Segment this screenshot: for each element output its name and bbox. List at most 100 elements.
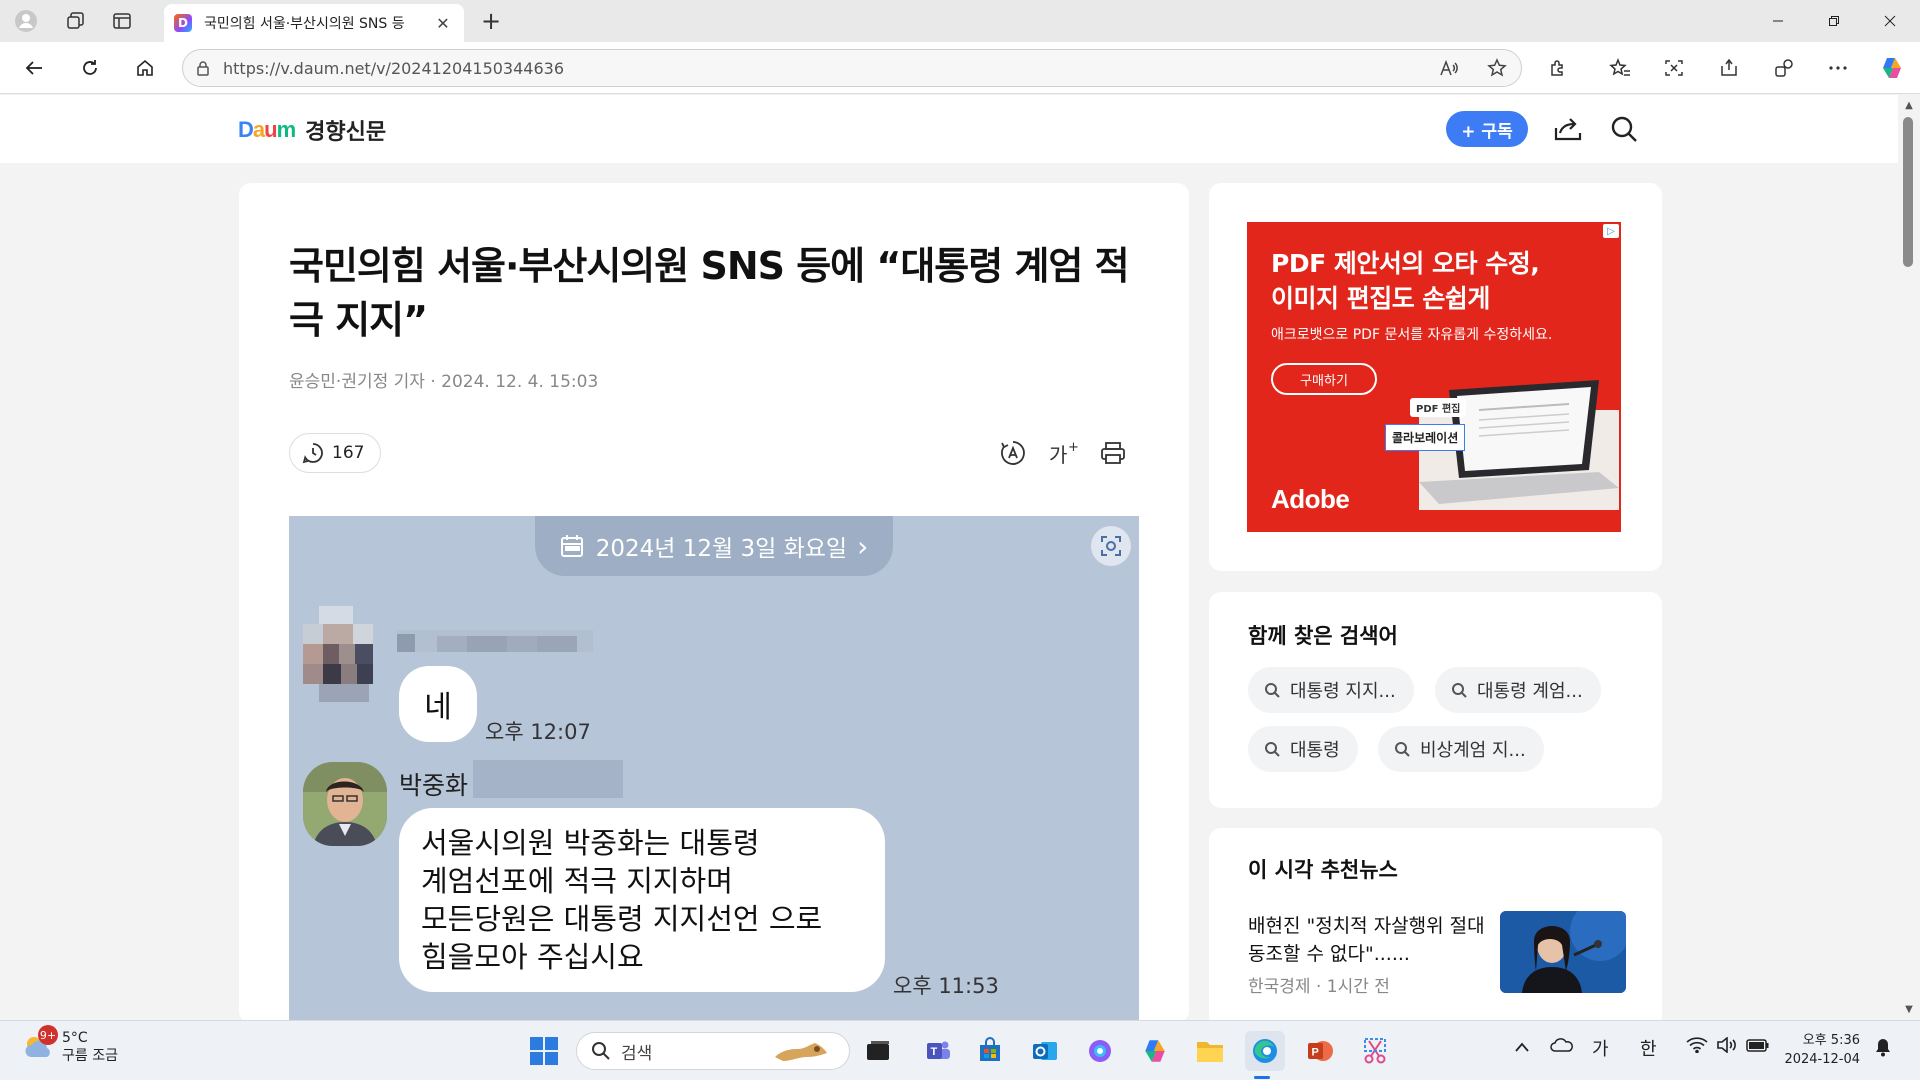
active-tab[interactable]: D 국민의힘 서울·부산시의원 SNS 등 ✕	[164, 4, 464, 42]
show-hidden-icons[interactable]	[1514, 1037, 1530, 1058]
weather-temp: 5°C	[62, 1030, 88, 1046]
chevron-right-icon: ›	[857, 529, 869, 563]
search-chip-label: 대통령	[1290, 740, 1340, 761]
file-explorer-icon[interactable]	[1190, 1031, 1230, 1071]
scroll-up-arrow-icon[interactable]: ▲	[1902, 100, 1916, 111]
search-chip-label: 대통령 지지...	[1290, 681, 1396, 702]
task-view-icon[interactable]	[858, 1031, 898, 1071]
address-bar[interactable]: https://v.daum.net/v/20241204150344636	[182, 49, 1522, 87]
outlook-icon[interactable]	[1025, 1031, 1065, 1071]
article-headline: 국민의힘 서울·부산시의원 SNS 등에 “대통령 계엄 적극 지지”	[289, 244, 1130, 342]
related-searches-card: 함께 찾은 검색어 대통령 지지... 대통령 계엄... 대통령 비상계엄 지…	[1209, 592, 1662, 808]
notification-badge: 9+	[38, 1025, 58, 1045]
collections-icon[interactable]	[1764, 52, 1804, 84]
scroll-down-arrow-icon[interactable]: ▼	[1902, 1004, 1916, 1015]
news-thumbnail[interactable]	[1500, 911, 1626, 993]
taskbar-search[interactable]: 검색	[576, 1032, 850, 1070]
subscribe-button[interactable]: + 구독	[1446, 111, 1528, 147]
search-icon	[1395, 742, 1410, 757]
copilot-icon[interactable]	[1135, 1031, 1175, 1071]
powerpoint-icon[interactable]: P	[1300, 1031, 1340, 1071]
copilot-app-icon[interactable]	[1080, 1031, 1120, 1071]
vertical-tabs-icon[interactable]	[104, 6, 140, 36]
ad-headline-line: 이미지 편집도 손쉽게	[1271, 284, 1490, 313]
print-icon[interactable]	[1093, 433, 1133, 473]
profile-icon[interactable]	[8, 6, 44, 36]
ime-mode[interactable]: 가	[1592, 1035, 1609, 1061]
screenshot-icon[interactable]	[1654, 52, 1694, 84]
extensions-icon[interactable]	[1538, 52, 1578, 84]
translate-summary-icon[interactable]	[993, 433, 1033, 473]
recommended-news-title: 이 시각 추천뉴스	[1248, 858, 1398, 882]
close-window-button[interactable]	[1860, 0, 1920, 42]
browser-toolbar: https://v.daum.net/v/20241204150344636	[0, 42, 1920, 94]
article-card: 국민의힘 서울·부산시의원 SNS 등에 “대통령 계엄 적극 지지” 윤승민·…	[239, 183, 1189, 1023]
read-aloud-icon[interactable]	[1425, 59, 1473, 77]
adobe-ad-banner[interactable]: ▷ PDF 제안서의 오타 수정, 이미지 편집도 손쉽게 애크로뱃으로 PDF…	[1247, 222, 1621, 532]
ad-buy-button[interactable]: 구매하기	[1271, 363, 1377, 395]
tab-title: 국민의힘 서울·부산시의원 SNS 등	[204, 16, 405, 32]
chat-line: 서울시의원 박중화는 대통령	[421, 826, 760, 860]
home-button[interactable]	[127, 52, 163, 84]
workspaces-icon[interactable]	[58, 6, 94, 36]
lock-icon[interactable]	[183, 60, 223, 76]
edge-icon[interactable]	[1245, 1031, 1285, 1071]
blurred-sender-detail	[473, 760, 623, 798]
chat-time: 오후 11:53	[893, 974, 999, 998]
teams-icon[interactable]: T	[918, 1031, 958, 1071]
chat-time: 오후 12:07	[485, 720, 591, 744]
ad-choices-icon[interactable]: ▷	[1603, 224, 1619, 238]
notification-bell-icon[interactable]	[1874, 1037, 1892, 1062]
newspaper-name[interactable]: 경향신문	[305, 114, 386, 146]
news-item-title[interactable]: 배현진 "정치적 자살행위 절대 동조할 수 없다"......	[1248, 912, 1488, 968]
volume-icon[interactable]	[1716, 1036, 1738, 1058]
article-image[interactable]: 2024년 12월 3일 화요일 › 네 오후 12:07 박중화 서울시의원 …	[289, 516, 1139, 1023]
search-chip[interactable]: 대통령 지지...	[1248, 667, 1414, 713]
back-button[interactable]	[16, 52, 52, 84]
favorites-icon[interactable]	[1600, 52, 1640, 84]
chat-sender-name: 박중화	[399, 771, 469, 800]
search-chip-label: 대통령 계엄...	[1477, 681, 1583, 702]
search-chip[interactable]: 비상계엄 지...	[1378, 726, 1544, 772]
scrollbar-thumb[interactable]	[1903, 117, 1913, 267]
new-tab-button[interactable]: +	[474, 6, 508, 36]
refresh-button[interactable]	[72, 52, 108, 84]
search-chip-label: 비상계엄 지...	[1420, 740, 1526, 761]
ime-hangul[interactable]: 한	[1640, 1035, 1657, 1061]
minimize-button[interactable]	[1748, 0, 1808, 42]
taskbar-search-placeholder: 검색	[621, 1043, 653, 1064]
url-text[interactable]: https://v.daum.net/v/20241204150344636	[223, 59, 1425, 78]
image-scan-icon[interactable]	[1091, 526, 1131, 566]
favorite-star-icon[interactable]	[1473, 58, 1521, 78]
daum-logo[interactable]: Daum	[238, 117, 296, 143]
wifi-icon[interactable]	[1686, 1037, 1708, 1058]
comment-button[interactable]: 167	[289, 433, 382, 473]
blurred-avatar	[303, 606, 385, 702]
related-searches-title: 함께 찾은 검색어	[1248, 624, 1398, 648]
weather-widget[interactable]: 9+ 5°C 구름 조금	[22, 1025, 118, 1065]
chat-message-long: 서울시의원 박중화는 대통령 계엄선포에 적극 지지하며 모든당원은 대통령 지…	[399, 808, 885, 992]
battery-icon[interactable]	[1746, 1037, 1770, 1058]
weather-desc: 구름 조금	[62, 1048, 118, 1064]
search-icon[interactable]	[1606, 111, 1642, 147]
snipping-tool-icon[interactable]	[1355, 1031, 1395, 1071]
share-icon[interactable]	[1709, 52, 1749, 84]
ad-headline-line: PDF 제안서의 오타 수정,	[1271, 249, 1540, 278]
search-icon	[592, 1042, 610, 1060]
store-icon[interactable]	[970, 1031, 1010, 1071]
close-tab-icon[interactable]: ✕	[432, 14, 454, 33]
search-chip[interactable]: 대통령	[1248, 726, 1358, 772]
share-icon[interactable]	[1550, 111, 1586, 147]
system-clock[interactable]: 오후 5:36 2024-12-04	[1780, 1031, 1860, 1069]
search-chip[interactable]: 대통령 계엄...	[1435, 667, 1601, 713]
font-size-icon[interactable]: 가 +	[1043, 433, 1083, 473]
chat-date-pill: 2024년 12월 3일 화요일 ›	[535, 516, 893, 576]
search-highlight-icon	[775, 1043, 827, 1061]
onedrive-icon[interactable]	[1550, 1037, 1574, 1058]
copilot-icon[interactable]	[1872, 52, 1912, 84]
site-logo[interactable]: Daum 경향신문	[238, 114, 386, 146]
more-menu-icon[interactable]	[1818, 52, 1858, 84]
restore-button[interactable]	[1804, 0, 1864, 42]
chat-message: 네	[399, 666, 477, 742]
start-button[interactable]	[524, 1031, 564, 1071]
